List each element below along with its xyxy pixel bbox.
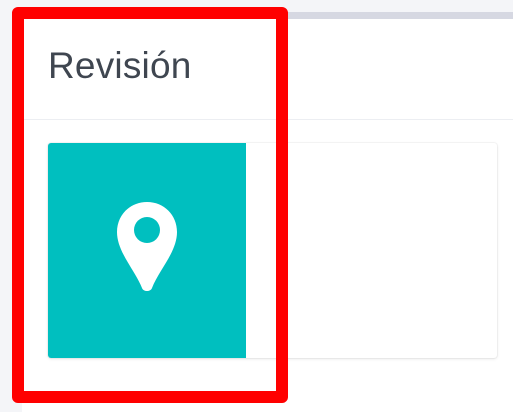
review-panel: Revisión xyxy=(22,19,513,412)
panel-header: Revisión xyxy=(22,19,513,120)
map-pin-icon xyxy=(117,202,177,291)
location-tile[interactable] xyxy=(48,143,246,358)
location-card[interactable] xyxy=(48,143,497,358)
panel-title: Revisión xyxy=(48,45,192,86)
screen: Revisión xyxy=(0,0,513,412)
top-strip xyxy=(260,12,513,19)
